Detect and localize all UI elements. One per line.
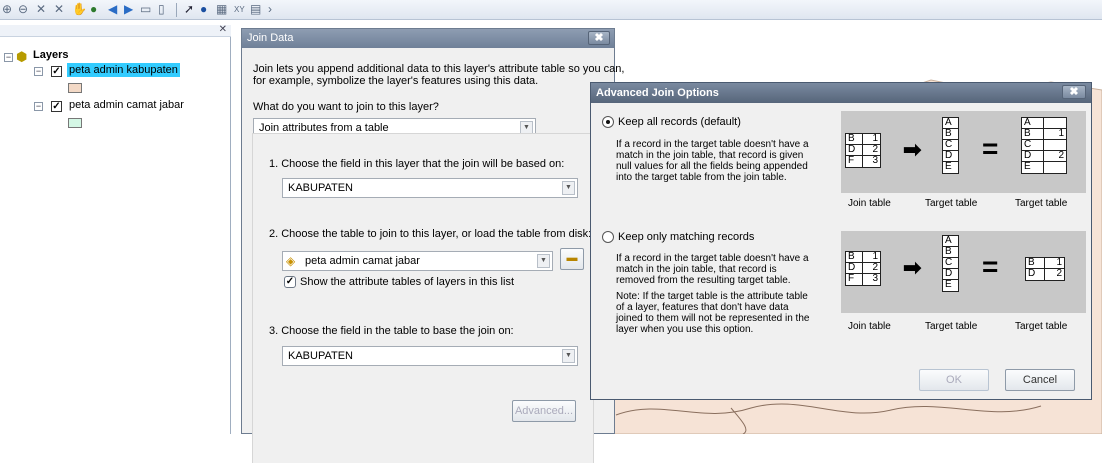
layers-icon: ⬢ (16, 49, 28, 64)
join-table-value: peta admin camat jabar (305, 255, 420, 267)
table-field-value: KABUPATEN (288, 350, 353, 362)
close-icon[interactable]: ✖ (588, 31, 610, 45)
full-extent-icon[interactable]: ● (90, 3, 97, 16)
layer-name[interactable]: peta admin kabupaten (67, 63, 180, 77)
layer-symbol-swatch[interactable] (68, 83, 82, 93)
collapse-icon[interactable]: − (34, 102, 43, 111)
toc-header-bar: ✕ (0, 24, 231, 37)
keep-all-records-radio[interactable] (602, 116, 614, 128)
layer-symbol-swatch[interactable] (68, 118, 82, 128)
option-description: If a record in the target table doesn't … (616, 139, 809, 150)
layers-root-label[interactable]: Layers (33, 49, 68, 61)
keep-all-records-label[interactable]: Keep all records (default) (618, 116, 741, 129)
clear-selection-icon[interactable]: ▯ (158, 3, 165, 16)
dialog-titlebar: Join Data ✖ (242, 29, 614, 48)
target-table-caption: Target table (925, 198, 978, 209)
close-icon[interactable]: ✕ (219, 24, 227, 35)
join-question-label: What do you want to join to this layer? (253, 101, 439, 113)
join-table-diagram: B1 D2 F3 (845, 133, 881, 168)
chevron-down-icon[interactable]: ▼ (562, 349, 575, 363)
show-attribute-tables-label[interactable]: Show the attribute tables of layers in t… (300, 276, 514, 289)
option-note: of a layer, features that don't have dat… (616, 302, 789, 313)
keep-matching-records-radio[interactable] (602, 231, 614, 243)
chevron-down-icon[interactable]: ▼ (537, 254, 550, 268)
arrow-right-icon: ➡ (903, 255, 922, 280)
back-extent-icon[interactable]: ◀ (108, 3, 117, 16)
option-description: null values for all the fields being app… (616, 161, 808, 172)
join-data-dialog: Join Data ✖ Join lets you append additio… (241, 28, 624, 463)
equals-icon: = (982, 133, 999, 164)
zoom-out-icon[interactable]: ⊖ (18, 3, 28, 16)
join-table-caption: Join table (848, 198, 891, 209)
result-table-diagram: B1 D2 (1025, 257, 1065, 281)
dialog-title: Advanced Join Options (596, 87, 719, 99)
zoom-in-icon[interactable]: ⊕ (2, 3, 12, 16)
collapse-icon[interactable]: − (34, 67, 43, 76)
layer-field-select[interactable]: KABUPATEN ▼ (282, 178, 578, 198)
chevron-right-icon[interactable]: › (268, 3, 272, 16)
keep-matching-records-label[interactable]: Keep only matching records (618, 231, 754, 244)
keep-all-illustration: B1 D2 F3 ➡ A B C D E = A B1 C D2 E (841, 111, 1086, 193)
table-field-select[interactable]: KABUPATEN ▼ (282, 346, 578, 366)
table-icon: ◈ (286, 254, 296, 268)
result-table-diagram: A B1 C D2 E (1021, 117, 1067, 174)
result-table-caption: Target table (1015, 321, 1068, 332)
option-description: removed from the resulting target table. (616, 275, 791, 286)
intro-text: for example, symbolize the layer's featu… (253, 75, 539, 87)
advanced-join-options-dialog: Advanced Join Options ✖ Keep all records… (590, 82, 1092, 400)
table-of-contents: ✕ − ⬢ Layers − ✓ peta admin kabupaten − … (0, 24, 231, 434)
close-icon[interactable]: ✖ (1062, 85, 1086, 99)
main-toolbar: ⊕ ⊖ ✕ ✕ ✋ ● ◀ ▶ ▭ ▯ ➚ ● ▦ XY ▤ › (0, 0, 1102, 20)
fixed-zoom-out-icon[interactable]: ✕ (54, 3, 64, 16)
arrow-right-icon: ➡ (903, 137, 922, 162)
dialog-titlebar: Advanced Join Options ✖ (591, 83, 1091, 103)
folder-icon: ▬ (566, 252, 578, 264)
step2-label: 2. Choose the table to join to this laye… (269, 228, 592, 240)
join-table-diagram: B1 D2 F3 (845, 251, 881, 286)
chevron-down-icon[interactable]: ▼ (562, 181, 575, 195)
target-table-diagram: A B C D E (942, 117, 959, 174)
toolbar-separator (176, 3, 177, 17)
equals-icon: = (982, 251, 999, 282)
fixed-zoom-in-icon[interactable]: ✕ (36, 3, 46, 16)
pan-icon[interactable]: ✋ (72, 3, 87, 16)
keep-matching-illustration: B1 D2 F3 ➡ A B C D E = B1 D2 (841, 231, 1086, 313)
result-table-caption: Target table (1015, 198, 1068, 209)
layer-visibility-checkbox[interactable]: ✓ (51, 66, 62, 77)
layer-field-value: KABUPATEN (288, 182, 353, 194)
join-table-select[interactable]: ◈ peta admin camat jabar ▼ (282, 251, 553, 271)
forward-extent-icon[interactable]: ▶ (124, 3, 133, 16)
layer-name[interactable]: peta admin camat jabar (69, 99, 184, 111)
select-elements-icon[interactable]: ➚ (184, 3, 194, 16)
join-table-caption: Join table (848, 321, 891, 332)
cancel-button[interactable]: Cancel (1005, 369, 1075, 391)
target-table-caption: Target table (925, 321, 978, 332)
select-features-icon[interactable]: ▭ (140, 3, 151, 16)
identify-icon[interactable]: ● (200, 3, 207, 16)
option-description: match in the join table, that record is … (616, 150, 804, 161)
layer-visibility-checkbox[interactable]: ✓ (51, 101, 62, 112)
step3-label: 3. Choose the field in the table to base… (269, 325, 514, 337)
go-to-xy-icon[interactable]: XY (234, 3, 245, 16)
collapse-icon[interactable]: − (4, 53, 13, 62)
find-icon[interactable]: ▦ (216, 3, 227, 16)
open-folder-button[interactable]: ▬ (560, 248, 584, 270)
measure-icon[interactable]: ▤ (250, 3, 261, 16)
step1-label: 1. Choose the field in this layer that t… (269, 158, 565, 170)
dialog-title: Join Data (247, 32, 294, 44)
option-note: layer when you use this option. (616, 324, 754, 335)
show-attribute-tables-checkbox[interactable]: ✓ (284, 276, 296, 288)
target-table-diagram: A B C D E (942, 235, 959, 292)
option-description: into the target table from the join tabl… (616, 172, 787, 183)
option-description: If a record in the target table doesn't … (616, 253, 809, 264)
option-note: joined to them will not be represented i… (616, 313, 810, 324)
advanced-button[interactable]: Advanced... (512, 400, 576, 422)
ok-button[interactable]: OK (919, 369, 989, 391)
option-note: Note: If the target table is the attribu… (616, 291, 808, 302)
option-description: match in the join table, that record is (616, 264, 777, 275)
